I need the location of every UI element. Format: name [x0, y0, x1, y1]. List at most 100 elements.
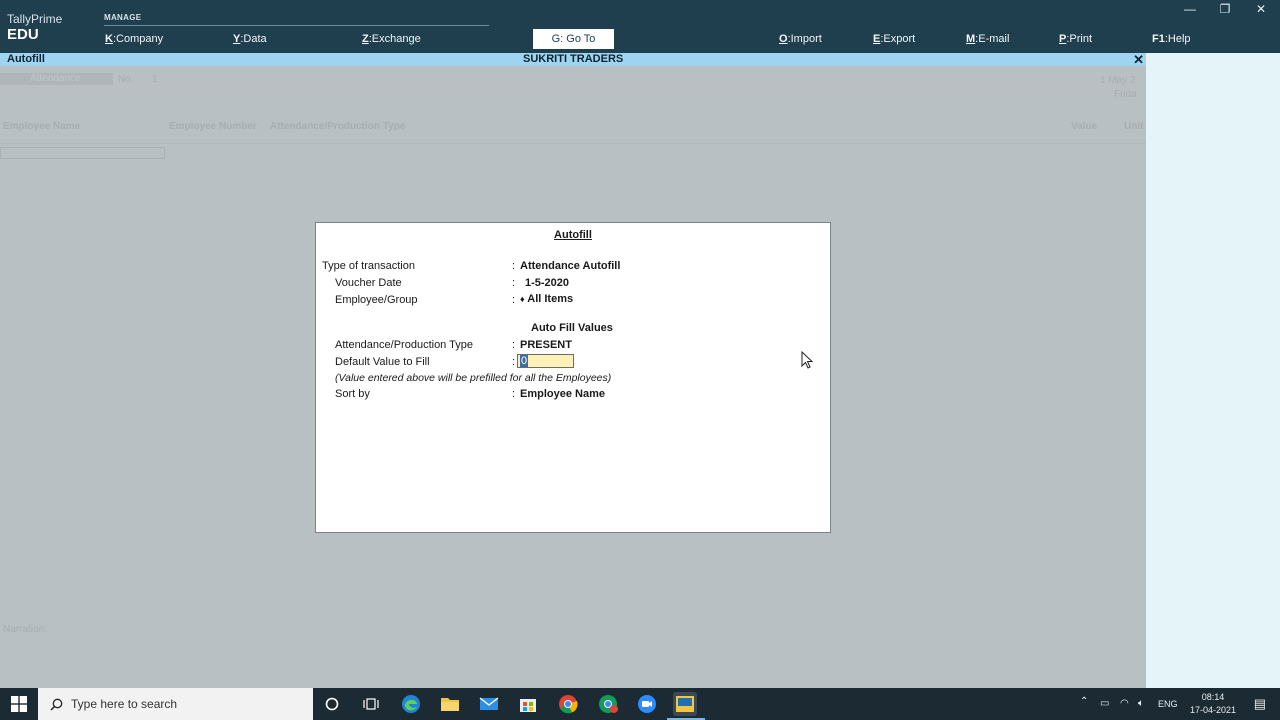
header-divider [0, 143, 1146, 144]
sort-by-label: Sort by [335, 388, 370, 400]
narration-label: Narration: [3, 624, 47, 635]
start-button[interactable] [0, 688, 38, 720]
default-value-label: Default Value to Fill [335, 356, 430, 368]
menu-goto[interactable]: G: Go To [533, 29, 614, 49]
voucher-type-badge: Attendance [0, 73, 113, 85]
close-screen-button[interactable]: ✕ [1133, 53, 1144, 66]
menu-group-label: MANAGE [104, 13, 142, 22]
chevron-up-icon[interactable]: ⌃ [1080, 696, 1088, 707]
menu-print-label: Print [1069, 33, 1093, 45]
search-placeholder: Type here to search [71, 697, 178, 711]
right-button-panel [1146, 53, 1280, 688]
menu-data-label: Data [243, 33, 267, 45]
att-production-type-value[interactable]: PRESENT [520, 339, 572, 351]
sort-by-value[interactable]: Employee Name [520, 388, 605, 400]
menu-goto-label: Go To [566, 33, 596, 45]
auto-fill-values-heading: Auto Fill Values [531, 322, 613, 334]
company-name: SUKRITI TRADERS [523, 53, 624, 65]
wifi-icon[interactable]: ◠ [1120, 698, 1129, 709]
employee-group-label: Employee/Group [335, 294, 418, 306]
notifications-icon[interactable]: ▤ [1254, 696, 1266, 712]
close-window-button[interactable]: ✕ [1251, 2, 1271, 16]
system-tray: ⌃ ▭ ◠ 🔈︎ ENG 08:14 17-04-2021 ▤ [1070, 688, 1280, 720]
default-value-text: 0 [520, 355, 529, 367]
menu-exchange-label: Exchange [371, 33, 421, 45]
app-brand-edition: EDU [7, 26, 39, 43]
mouse-pointer-icon [801, 351, 813, 369]
chrome-icon[interactable] [556, 692, 580, 716]
store-icon[interactable] [516, 692, 540, 716]
menu-group-divider [104, 25, 489, 26]
colon-separator: : [512, 339, 516, 351]
col-header-employee-number: Employee Number [169, 121, 257, 132]
menu-email-label: E-mail [978, 33, 1010, 45]
colon-separator: : [512, 277, 516, 289]
menu-import[interactable]: O:Import [779, 33, 822, 45]
col-header-value: Value [1071, 121, 1098, 132]
voucher-day: Frida [1114, 89, 1137, 100]
colon-separator: : [512, 260, 516, 272]
windows-logo-icon [11, 696, 27, 712]
employee-name-input [0, 147, 165, 159]
menu-exchange[interactable]: Z:Exchange [362, 33, 421, 45]
menu-company-key: K [105, 33, 113, 45]
menu-print[interactable]: P:Print [1059, 33, 1092, 45]
employee-group-value[interactable]: ♦ All Items [520, 293, 573, 305]
top-menu-bar: TallyPrime EDU MANAGE K:Company Y:Data Z… [0, 0, 1280, 53]
menu-export-label: Export [883, 33, 916, 45]
screen-title-bar: Autofill SUKRITI TRADERS ✕ [0, 53, 1146, 66]
menu-help-label: Help [1167, 33, 1191, 45]
edge-browser-icon[interactable] [399, 692, 423, 716]
voucher-date: 1 May 2 [1100, 75, 1136, 86]
clock-date: 17-04-2021 [1189, 705, 1236, 715]
voucher-no-value: 1 [152, 74, 158, 85]
col-header-unit: Unit [1124, 121, 1144, 132]
app-brand-name: TallyPrime [7, 12, 63, 26]
employee-group-text: All Items [527, 293, 574, 305]
minimize-window-button[interactable]: — [1180, 2, 1200, 16]
battery-icon[interactable]: ▭ [1100, 698, 1109, 709]
type-of-transaction-label: Type of transaction [322, 260, 415, 272]
menu-goto-key: G [551, 33, 561, 45]
menu-email-key: M [966, 33, 976, 45]
task-view-icon[interactable] [359, 692, 383, 716]
menu-company-label: Company [116, 33, 164, 45]
chrome-profile-icon[interactable] [596, 692, 620, 716]
zoom-meeting-icon[interactable] [635, 692, 659, 716]
language-indicator[interactable]: ENG [1158, 699, 1178, 709]
colon-separator: : [512, 294, 516, 306]
mail-icon[interactable] [477, 692, 501, 716]
colon-separator: : [512, 356, 516, 368]
col-header-att-type: Attendance/Production Type [270, 121, 406, 132]
diamond-icon: ♦ [520, 294, 525, 304]
screen-title: Autofill [7, 53, 45, 65]
menu-import-key: O [779, 33, 788, 45]
menu-help-key: F1 [1152, 33, 1165, 45]
cortana-icon[interactable] [320, 692, 344, 716]
system-clock[interactable]: 08:14 17-04-2021 [1190, 691, 1236, 717]
voucher-date-value[interactable]: 1-5-2020 [525, 277, 569, 289]
search-icon [50, 698, 63, 711]
type-of-transaction-value[interactable]: Attendance Autofill [520, 260, 620, 272]
dialog-title: Autofill [554, 229, 592, 241]
default-value-input[interactable]: 0 [517, 354, 574, 368]
menu-exchange-key: Z [362, 33, 369, 45]
autofill-dialog: Autofill Type of transaction : Attendanc… [315, 222, 831, 533]
clock-time: 08:14 [1201, 692, 1225, 702]
col-header-employee-name: Employee Name [3, 121, 81, 132]
menu-email[interactable]: M:E-mail [966, 33, 1009, 45]
tallyprime-taskbar-icon[interactable] [673, 692, 697, 716]
menu-export[interactable]: E:Export [873, 33, 915, 45]
volume-icon[interactable]: 🔈︎ [1138, 698, 1144, 709]
menu-help[interactable]: F1:Help [1152, 33, 1191, 45]
taskbar-search-box[interactable]: Type here to search [38, 688, 313, 720]
menu-data[interactable]: Y:Data [233, 33, 267, 45]
file-explorer-icon[interactable] [438, 692, 462, 716]
menu-company[interactable]: K:Company [105, 33, 163, 45]
restore-window-button[interactable]: ❐ [1215, 2, 1235, 16]
menu-import-label: Import [790, 33, 822, 45]
voucher-no-label: No. [118, 74, 134, 85]
prefill-note: (Value entered above will be prefilled f… [335, 372, 612, 384]
voucher-date-label: Voucher Date [335, 277, 402, 289]
windows-taskbar: Type here to search ⌃ ▭ ◠ 🔈︎ ENG 08:14 1… [0, 688, 1280, 720]
